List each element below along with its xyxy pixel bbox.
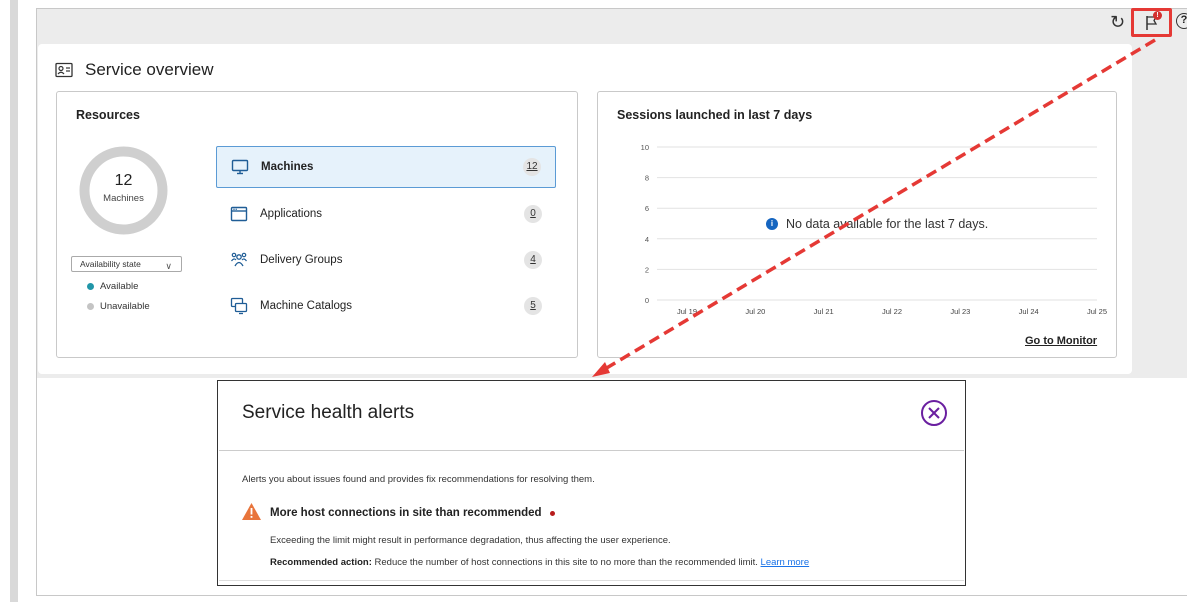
y-tick-label: 0 bbox=[645, 296, 649, 305]
x-tick-label: Jul 25 bbox=[1087, 307, 1107, 316]
alerts-panel-title: Service health alerts bbox=[242, 402, 415, 423]
x-tick-label: Jul 19 bbox=[677, 307, 697, 316]
resource-label: Applications bbox=[260, 208, 323, 220]
available-dot bbox=[87, 283, 94, 290]
x-tick-label: Jul 20 bbox=[745, 307, 765, 316]
resource-count[interactable]: 4 bbox=[524, 251, 542, 269]
x-tick-label: Jul 21 bbox=[814, 307, 834, 316]
severity-dot bbox=[549, 510, 555, 516]
legend-label: Available bbox=[100, 281, 139, 292]
legend-unavailable: Unavailable bbox=[87, 301, 150, 312]
resource-count[interactable]: 0 bbox=[524, 205, 542, 223]
machines-total-label: Machines bbox=[103, 193, 144, 204]
resource-label: Machine Catalogs bbox=[260, 300, 353, 312]
resource-label: Delivery Groups bbox=[260, 254, 343, 266]
alert-detail: Exceeding the limit might result in perf… bbox=[270, 535, 671, 546]
unavailable-dot bbox=[87, 303, 94, 310]
info-icon: i bbox=[766, 218, 778, 230]
id-card-icon bbox=[55, 62, 73, 78]
no-data-message: i No data available for the last 7 days. bbox=[766, 217, 988, 231]
y-tick-label: 4 bbox=[645, 235, 649, 244]
resource-item-machines[interactable]: Machines 12 bbox=[216, 146, 556, 188]
y-tick-label: 2 bbox=[645, 265, 649, 274]
resource-item-applications[interactable]: Applications 0 bbox=[216, 193, 556, 235]
resource-count[interactable]: 5 bbox=[524, 297, 542, 315]
legend-label: Unavailable bbox=[100, 301, 150, 312]
monitor-icon bbox=[231, 159, 249, 175]
alert-title-text: More host connections in site than recom… bbox=[270, 507, 542, 519]
refresh-icon[interactable]: ↻ bbox=[1110, 14, 1125, 32]
alert-recommendation: Recommended action: Reduce the number of… bbox=[270, 557, 809, 568]
alerts-button[interactable]: ! bbox=[1131, 8, 1172, 37]
no-data-text: No data available for the last 7 days. bbox=[786, 217, 989, 231]
alerts-badge: ! bbox=[1153, 11, 1162, 20]
y-tick-label: 8 bbox=[645, 174, 649, 183]
y-tick-label: 10 bbox=[641, 143, 649, 152]
x-tick-label: Jul 22 bbox=[882, 307, 902, 316]
resource-item-machine-catalogs[interactable]: Machine Catalogs 5 bbox=[216, 285, 556, 327]
page-title: Service overview bbox=[85, 60, 214, 79]
resource-label: Machines bbox=[261, 161, 314, 173]
resources-title: Resources bbox=[76, 108, 140, 122]
x-tick-label: Jul 24 bbox=[1019, 307, 1039, 316]
service-overview-header: Service overview bbox=[55, 60, 214, 80]
machines-total: 12 bbox=[114, 172, 133, 189]
go-to-monitor-link[interactable]: Go to Monitor bbox=[1025, 335, 1097, 347]
resource-count[interactable]: 12 bbox=[523, 158, 541, 176]
divider bbox=[219, 580, 964, 581]
sessions-title: Sessions launched in last 7 days bbox=[617, 108, 813, 122]
recommended-label: Recommended action: bbox=[270, 557, 372, 568]
catalog-icon bbox=[230, 297, 248, 315]
left-rail bbox=[10, 0, 18, 602]
availability-state-select[interactable]: Availability state ∨ bbox=[71, 256, 182, 272]
group-icon bbox=[231, 252, 247, 267]
divider bbox=[219, 450, 964, 451]
recommended-text: Reduce the number of host connections in… bbox=[371, 557, 761, 568]
help-icon[interactable]: ? bbox=[1176, 13, 1187, 29]
machines-donut-chart bbox=[79, 146, 168, 235]
warning-icon bbox=[242, 503, 261, 520]
learn-more-link[interactable]: Learn more bbox=[761, 557, 810, 568]
availability-select-value: Availability state bbox=[80, 259, 141, 269]
x-tick-label: Jul 23 bbox=[950, 307, 970, 316]
alert-item-title[interactable]: More host connections in site than recom… bbox=[270, 507, 555, 519]
window-icon bbox=[230, 206, 248, 222]
y-tick-label: 6 bbox=[645, 204, 649, 213]
alerts-description: Alerts you about issues found and provid… bbox=[242, 474, 595, 485]
chevron-down-icon: ∨ bbox=[165, 261, 172, 271]
resource-item-delivery-groups[interactable]: Delivery Groups 4 bbox=[216, 239, 556, 281]
close-icon[interactable] bbox=[920, 399, 948, 427]
legend-available: Available bbox=[87, 281, 138, 292]
